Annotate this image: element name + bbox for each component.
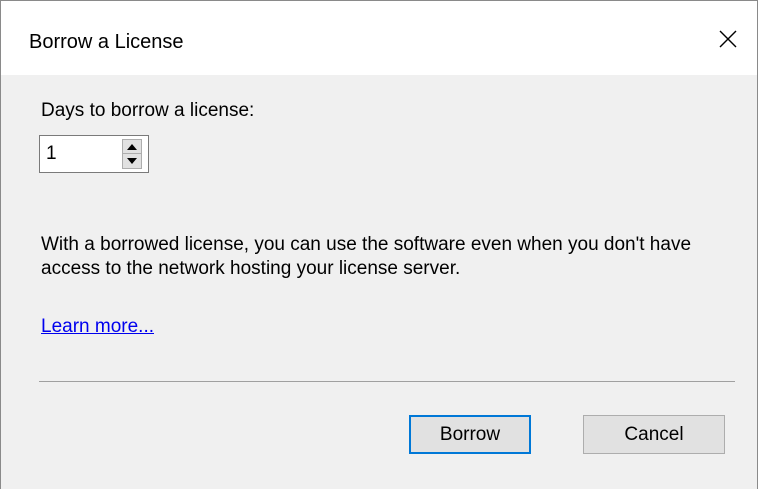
learn-more-link[interactable]: Learn more... bbox=[41, 315, 154, 339]
spin-down-button[interactable] bbox=[122, 154, 142, 169]
triangle-down-icon bbox=[127, 158, 137, 164]
borrow-license-dialog: Borrow a License Days to borrow a licens… bbox=[0, 0, 758, 489]
spinner-buttons bbox=[122, 139, 142, 169]
triangle-up-icon bbox=[127, 143, 137, 150]
cancel-button[interactable]: Cancel bbox=[583, 415, 725, 454]
days-spinner[interactable] bbox=[39, 135, 149, 173]
close-icon bbox=[719, 30, 737, 48]
close-button[interactable] bbox=[699, 15, 757, 63]
window-title: Borrow a License bbox=[29, 31, 184, 53]
spin-up-button[interactable] bbox=[122, 139, 142, 154]
borrow-button[interactable]: Borrow bbox=[409, 415, 531, 454]
days-input[interactable] bbox=[40, 136, 118, 172]
borrow-description: With a borrowed license, you can use the… bbox=[41, 234, 692, 279]
divider bbox=[39, 381, 735, 382]
days-label: Days to borrow a license: bbox=[41, 100, 255, 121]
title-bar: Borrow a License bbox=[1, 1, 757, 75]
